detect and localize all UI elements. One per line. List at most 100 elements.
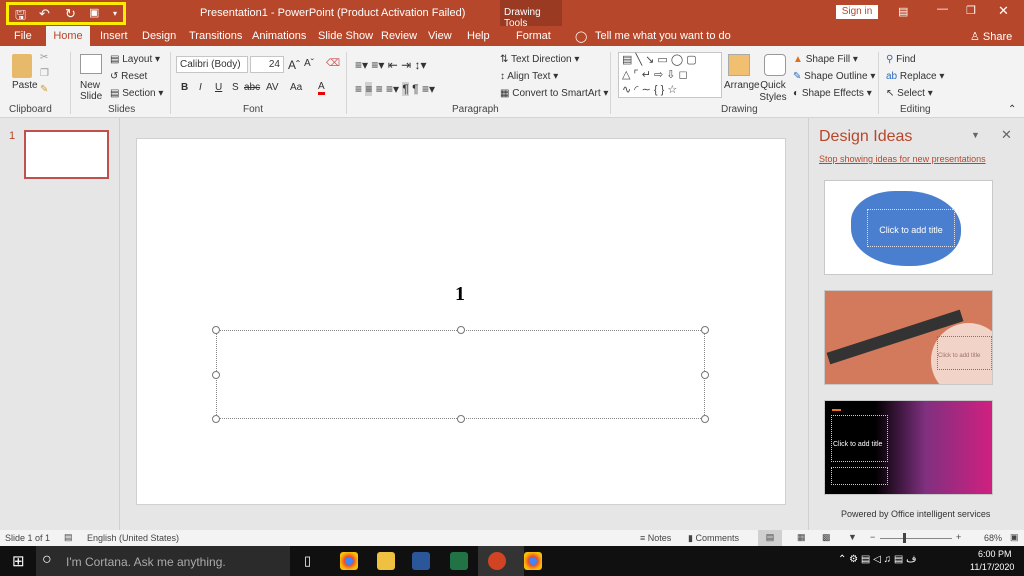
replace-button[interactable]: ab Replace ▾ xyxy=(886,71,944,82)
tell-me-input[interactable]: Tell me what you want to do xyxy=(595,30,731,42)
redo-icon[interactable]: ↻ xyxy=(65,6,76,22)
design-idea-3[interactable]: Click to add title xyxy=(824,400,993,495)
copy-icon[interactable]: ❐ xyxy=(40,68,49,79)
select-button[interactable]: ↖ Select ▾ xyxy=(886,88,933,99)
paste-button[interactable]: Paste xyxy=(12,80,38,91)
resize-handle[interactable] xyxy=(701,326,709,334)
align-text-button[interactable]: ↕ Align Text ▾ xyxy=(500,71,558,82)
share-button[interactable]: ♙ Share xyxy=(970,30,1012,43)
font-size-select[interactable]: 24 xyxy=(250,56,284,73)
stop-showing-link[interactable]: Stop showing ideas for new presentations xyxy=(819,154,986,164)
minimize-icon[interactable]: — xyxy=(937,3,948,15)
alignment-icons[interactable]: ≡ ≡ ≡ ≡▾ ¶ ¶ ≡▾ xyxy=(355,82,435,96)
slideshow-button[interactable]: ▼ xyxy=(848,532,857,542)
tab-animations[interactable]: Animations xyxy=(252,30,306,42)
comments-button[interactable]: ▮ Comments xyxy=(688,533,739,544)
normal-view-button[interactable]: ▤ xyxy=(758,530,782,546)
chrome-icon[interactable] xyxy=(524,552,542,570)
ribbon-display-icon[interactable]: ▤ xyxy=(898,5,908,18)
character-spacing-button[interactable]: AV xyxy=(266,82,279,93)
shapes-gallery[interactable]: ▤ ╲ ↘ ▭ ◯ ▢ △ ⌜ ↵ ⇨ ⇩ ◻ ∿ ◜ ∼ { } ☆ xyxy=(618,52,722,98)
undo-icon[interactable]: ↶ xyxy=(39,6,50,22)
windows-start-icon[interactable]: ⊞ xyxy=(12,552,25,570)
slide-thumbnail-1[interactable] xyxy=(24,130,109,179)
resize-handle[interactable] xyxy=(212,415,220,423)
tab-insert[interactable]: Insert xyxy=(100,30,128,42)
decrease-font-icon[interactable]: Aˇ xyxy=(304,58,314,69)
font-name-select[interactable]: Calibri (Body) xyxy=(176,56,248,73)
quick-styles-button[interactable]: Quick Styles xyxy=(758,80,788,104)
resize-handle[interactable] xyxy=(457,415,465,423)
format-painter-icon[interactable]: ✎ xyxy=(40,84,48,95)
close-icon[interactable]: ✕ xyxy=(998,3,1009,19)
slide-canvas[interactable]: 1 xyxy=(136,138,786,505)
sign-in-button[interactable]: Sign in xyxy=(836,5,878,19)
shape-outline-button[interactable]: ✎ Shape Outline ▾ xyxy=(793,71,875,82)
find-button[interactable]: ⚲ Find xyxy=(886,54,916,65)
text-direction-button[interactable]: ⇅ Text Direction ▾ xyxy=(500,54,579,65)
strikethrough-button[interactable]: abc xyxy=(244,82,260,93)
tab-help[interactable]: Help xyxy=(467,30,490,42)
resize-handle[interactable] xyxy=(701,415,709,423)
convert-smartart-button[interactable]: ▦ Convert to SmartArt ▾ xyxy=(500,88,608,99)
tab-transitions[interactable]: Transitions xyxy=(189,30,242,42)
zoom-slider-thumb[interactable] xyxy=(903,533,907,543)
change-case-button[interactable]: Aa xyxy=(290,82,302,93)
zoom-in-button[interactable]: + xyxy=(956,532,961,542)
text-placeholder[interactable] xyxy=(216,330,705,419)
tab-file[interactable]: File xyxy=(14,30,32,42)
shadow-button[interactable]: S xyxy=(232,82,239,93)
section-button[interactable]: ▤ Section ▾ xyxy=(110,88,163,99)
shape-effects-button[interactable]: ◐ Shape Effects ▾ xyxy=(793,88,872,99)
save-icon[interactable]: 🖫 xyxy=(15,6,26,28)
tab-format[interactable]: Format xyxy=(516,30,551,42)
collapse-ribbon-icon[interactable]: ⌃ xyxy=(1008,104,1016,115)
reset-button[interactable]: ↺ Reset xyxy=(110,71,147,82)
layout-button[interactable]: ▤ Layout ▾ xyxy=(110,54,160,65)
zoom-slider[interactable] xyxy=(880,538,952,539)
tab-view[interactable]: View xyxy=(428,30,452,42)
tab-home[interactable]: Home xyxy=(46,26,90,46)
restore-icon[interactable]: ❐ xyxy=(966,4,976,17)
customize-icon[interactable]: ▾ xyxy=(113,9,117,18)
font-color-button[interactable]: A xyxy=(318,81,325,95)
shape-fill-button[interactable]: ▲ Shape Fill ▾ xyxy=(793,54,858,65)
pane-options-icon[interactable]: ▼ xyxy=(971,130,980,140)
tab-review[interactable]: Review xyxy=(381,30,417,42)
resize-handle[interactable] xyxy=(457,326,465,334)
excel-icon[interactable] xyxy=(450,552,468,570)
design-idea-1[interactable]: Click to add title xyxy=(824,180,993,275)
clock-time[interactable]: 6:00 PM xyxy=(978,549,1012,559)
spell-check-icon[interactable]: ▤ xyxy=(64,532,73,543)
fit-to-window-icon[interactable]: ▣ xyxy=(1010,532,1019,543)
task-view-icon[interactable]: ▯ xyxy=(304,553,311,569)
arrange-button[interactable]: Arrange xyxy=(724,80,760,91)
cortana-search[interactable]: ○ I'm Cortana. Ask me anything. xyxy=(36,546,290,576)
new-slide-button[interactable]: New Slide xyxy=(80,80,104,102)
bullets-icon[interactable]: ≡▾ ≡▾ ⇤ ⇥ ↕▾ xyxy=(355,58,427,72)
tab-slide-show[interactable]: Slide Show xyxy=(318,30,373,42)
zoom-out-button[interactable]: − xyxy=(870,532,875,542)
cut-icon[interactable]: ✂ xyxy=(40,52,48,63)
underline-button[interactable]: U xyxy=(215,82,222,93)
increase-font-icon[interactable]: Aˆ xyxy=(288,58,300,72)
word-icon[interactable] xyxy=(412,552,430,570)
language[interactable]: English (United States) xyxy=(87,533,179,543)
italic-button[interactable]: I xyxy=(199,82,202,93)
reading-view-button[interactable]: ▩ xyxy=(822,532,831,543)
tab-design[interactable]: Design xyxy=(142,30,176,42)
powerpoint-icon[interactable] xyxy=(488,552,506,570)
system-tray-icons[interactable]: ⌃ ⚙ ▤ ◁ ♫ ▤ ف xyxy=(838,554,916,565)
slide-sorter-button[interactable]: ▦ xyxy=(797,532,806,543)
clock-date[interactable]: 11/17/2020 xyxy=(970,562,1014,572)
present-icon[interactable]: ▣ xyxy=(89,6,99,19)
bold-button[interactable]: B xyxy=(181,82,188,93)
resize-handle[interactable] xyxy=(701,371,709,379)
notes-button[interactable]: ≡ Notes xyxy=(640,533,671,543)
design-idea-2[interactable]: Click to add title xyxy=(824,290,993,385)
zoom-level[interactable]: 68% xyxy=(984,533,1002,543)
resize-handle[interactable] xyxy=(212,371,220,379)
clear-formatting-icon[interactable]: ⌫ xyxy=(326,58,340,69)
chrome-icon[interactable] xyxy=(340,552,358,570)
pane-close-icon[interactable]: ✕ xyxy=(1001,127,1012,143)
